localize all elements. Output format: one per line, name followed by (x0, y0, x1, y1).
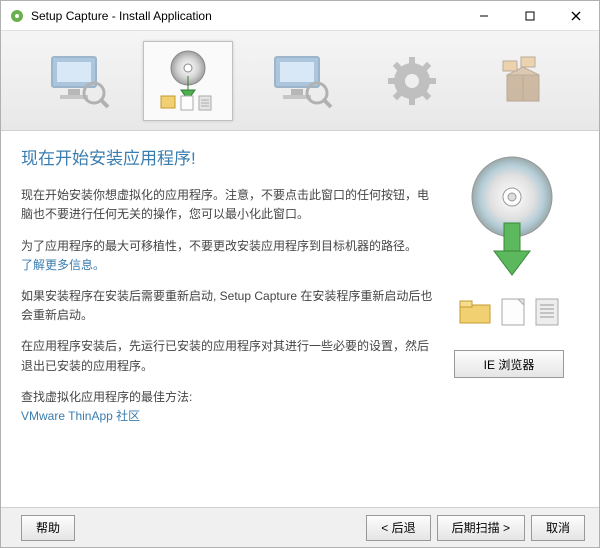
document-icon (500, 297, 526, 330)
maximize-button[interactable] (507, 1, 553, 31)
step-package-icon (478, 41, 568, 121)
step-install-icon (143, 41, 233, 121)
folder-icon (458, 297, 492, 330)
window-title: Setup Capture - Install Application (31, 9, 461, 23)
titlebar: Setup Capture - Install Application (1, 1, 599, 31)
back-button[interactable]: < 后退 (366, 515, 430, 541)
app-icon (9, 8, 25, 24)
step-prescan-icon (32, 41, 122, 121)
paragraph-1: 现在开始安装你想虚拟化的应用程序。注意，不要点击此窗口的任何按钮，电脑也不要进行… (21, 186, 439, 224)
step-settings-icon (367, 41, 457, 121)
close-button[interactable] (553, 1, 599, 31)
file-type-icons (458, 297, 560, 330)
minimize-button[interactable] (461, 1, 507, 31)
page-heading: 现在开始安装应用程序! (21, 145, 439, 172)
illustration-panel: IE 浏览器 (439, 145, 579, 497)
setup-capture-window: Setup Capture - Install Application (0, 0, 600, 548)
disc-install-graphic (444, 153, 574, 293)
ie-browser-button[interactable]: IE 浏览器 (454, 350, 564, 378)
cancel-button[interactable]: 取消 (531, 515, 585, 541)
learn-more-link[interactable]: 了解更多信息。 (21, 258, 105, 272)
content-area: 现在开始安装应用程序! 现在开始安装你想虚拟化的应用程序。注意，不要点击此窗口的… (1, 131, 599, 507)
paragraph-5: 查找虚拟化应用程序的最佳方法: (21, 390, 192, 404)
paragraph-3: 如果安装程序在安装后需要重新启动, Setup Capture 在安装程序重新启… (21, 287, 439, 325)
paragraph-2: 为了应用程序的最大可移植性，不要更改安装应用程序到目标机器的路径。 (21, 239, 417, 253)
text-file-icon (534, 297, 560, 330)
community-link[interactable]: VMware ThinApp 社区 (21, 409, 140, 423)
footer-buttons: 帮助 < 后退 后期扫描 > 取消 (1, 507, 599, 547)
step-icon-bar (1, 31, 599, 131)
postscan-button[interactable]: 后期扫描 > (437, 515, 525, 541)
window-controls (461, 1, 599, 31)
step-postscan-icon (255, 41, 345, 121)
paragraph-4: 在应用程序安装后，先运行已安装的应用程序对其进行一些必要的设置，然后退出已安装的… (21, 337, 439, 375)
help-button[interactable]: 帮助 (21, 515, 75, 541)
instruction-text: 现在开始安装应用程序! 现在开始安装你想虚拟化的应用程序。注意，不要点击此窗口的… (21, 145, 439, 497)
